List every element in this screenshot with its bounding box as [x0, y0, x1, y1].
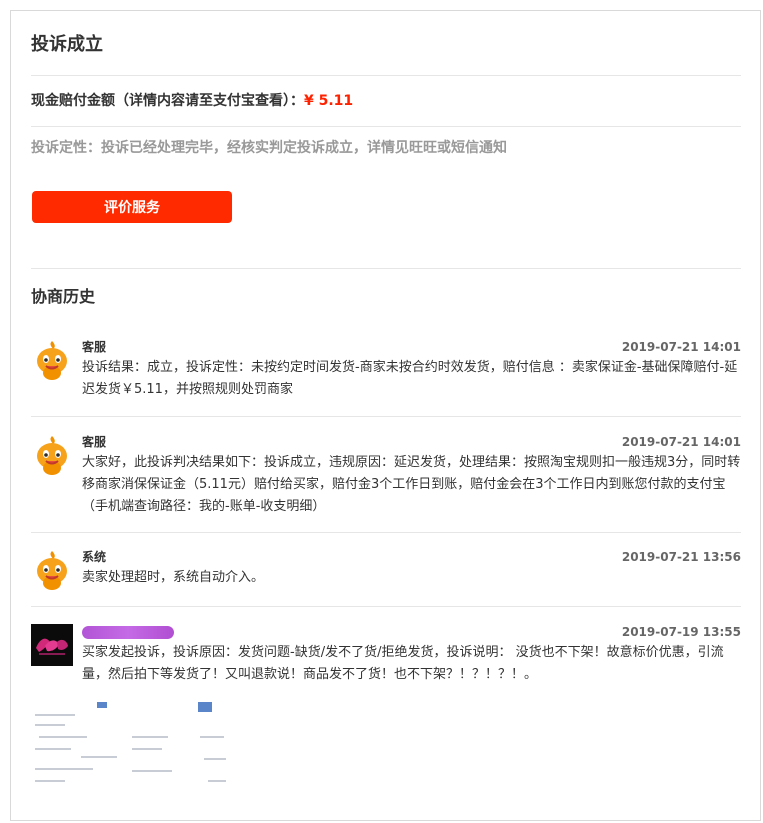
record-timestamp: 2019-07-21 14:01: [621, 340, 741, 354]
complaint-nature-text: 投诉定性：投诉已经处理完毕，经核实判定投诉成立，详情见旺旺或短信通知: [31, 140, 507, 156]
service-mascot-icon: [31, 549, 73, 591]
record-timestamp: 2019-07-21 13:56: [621, 550, 741, 564]
divider: [31, 606, 741, 607]
history-record: 客服 2019-07-21 14:01 投诉结果：成立，投诉定性：未按约定时间发…: [31, 339, 741, 409]
record-author: 客服: [82, 435, 107, 449]
buyer-avatar-icon: [31, 624, 73, 666]
record-author: 客服: [82, 340, 107, 354]
attachment-thumbnail[interactable]: [31, 700, 123, 788]
divider: [31, 532, 741, 533]
record-message: 卖家处理超时，系统自动介入。: [82, 570, 265, 585]
record-message: 买家发起投诉，投诉原因：发货问题-缺货/发不了货/拒绝发货，投诉说明： 没货也不…: [82, 645, 724, 682]
redacted-username: [82, 626, 174, 639]
record-timestamp: 2019-07-21 14:01: [621, 435, 741, 449]
record-author: 系统: [82, 550, 107, 564]
compensation-amount-value: ¥ 5.11: [304, 93, 354, 109]
record-timestamp: 2019-07-19 13:55: [621, 625, 741, 639]
history-record: 2019-07-19 13:55 买家发起投诉，投诉原因：发货问题-缺货/发不了…: [31, 624, 741, 694]
attachment-thumbnail[interactable]: [130, 700, 230, 788]
compensation-amount-row: 现金赔付金额（详情内容请至支付宝查看）：¥ 5.11: [31, 90, 353, 112]
record-message: 大家好，此投诉判决结果如下：投诉成立，违规原因：延迟发货，处理结果：按照淘宝规则…: [82, 455, 741, 514]
compensation-amount-label: 现金赔付金额（详情内容请至支付宝查看）：: [31, 93, 304, 109]
history-record: 客服 2019-07-21 14:01 大家好，此投诉判决结果如下：投诉成立，违…: [31, 434, 741, 524]
page-title: 投诉成立: [31, 34, 103, 55]
service-mascot-icon: [31, 339, 73, 381]
history-record: 系统 2019-07-21 13:56 卖家处理超时，系统自动介入。: [31, 549, 741, 599]
service-mascot-icon: [31, 434, 73, 476]
divider: [31, 75, 741, 76]
divider: [31, 268, 741, 269]
divider: [31, 416, 741, 417]
negotiation-history-title: 协商历史: [31, 287, 96, 306]
record-message: 投诉结果：成立，投诉定性：未按约定时间发货-商家未按合约时效发货，赔付信息 ：卖…: [82, 360, 738, 397]
divider: [31, 126, 741, 127]
rate-service-button[interactable]: 评价服务: [32, 191, 232, 223]
